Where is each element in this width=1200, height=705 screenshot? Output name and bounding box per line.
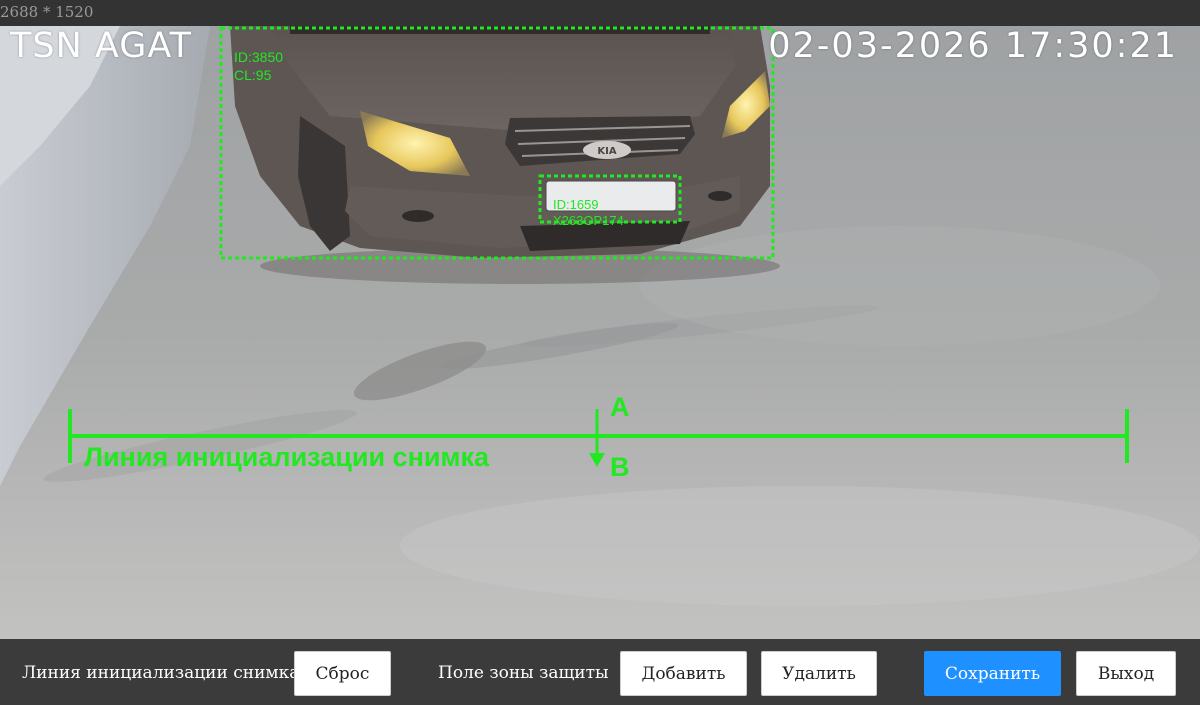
plate-detection-label: ID:1659 X263OP174 bbox=[553, 197, 624, 229]
svg-text:KIA: KIA bbox=[597, 146, 616, 157]
vehicle-detection-label: ID:3850 CL:95 bbox=[234, 48, 283, 84]
camera-name-osd: TSN AGAT bbox=[10, 26, 192, 66]
toolbar: Линия инициализации снимка Сброс Поле зо… bbox=[0, 639, 1200, 705]
reset-button[interactable]: Сброс bbox=[294, 651, 391, 696]
vehicle-id: ID:3850 bbox=[234, 49, 284, 65]
camera-scene: KIA bbox=[0, 26, 1200, 639]
save-button[interactable]: Сохранить bbox=[924, 651, 1061, 696]
point-a-label: A bbox=[610, 392, 630, 422]
delete-button[interactable]: Удалить bbox=[761, 651, 877, 696]
resolution-label: 2688 * 1520 bbox=[0, 3, 94, 21]
init-line-toolbar-label: Линия инициализации снимка bbox=[22, 663, 300, 683]
vehicle-confidence: CL:95 bbox=[234, 67, 272, 83]
plate-id: ID:1659 bbox=[553, 197, 599, 212]
point-b-label: B bbox=[610, 452, 630, 482]
camera-video-frame[interactable]: KIA TSN AGAT 02-03-2026 17:30:21 ID:3850… bbox=[0, 26, 1200, 639]
window-top-bar: 2688 * 1520 bbox=[0, 0, 1200, 26]
protection-zone-label: Поле зоны защиты bbox=[438, 663, 609, 683]
exit-button[interactable]: Выход bbox=[1076, 651, 1176, 696]
add-button[interactable]: Добавить bbox=[620, 651, 747, 696]
init-line-label: Линия инициализации снимка bbox=[84, 442, 489, 472]
timestamp-osd: 02-03-2026 17:30:21 bbox=[768, 26, 1178, 66]
plate-number: X263OP174 bbox=[553, 213, 624, 228]
